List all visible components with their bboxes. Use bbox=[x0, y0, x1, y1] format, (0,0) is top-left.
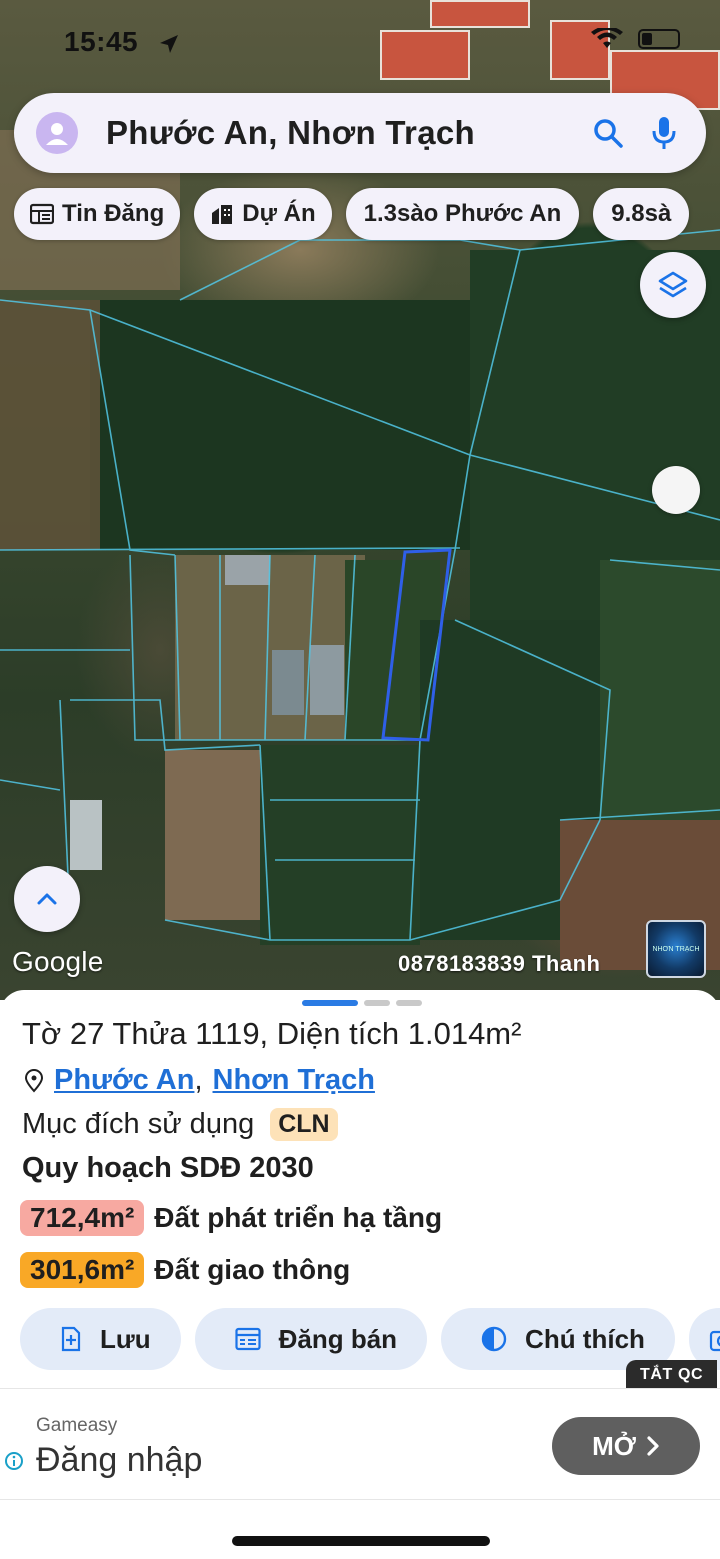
post-sale-button[interactable]: Đăng bán bbox=[194, 1308, 428, 1370]
satellite-map[interactable]: 15:45 Phước An, Nhơn Trạch Tin Đăng Dự Á… bbox=[0, 0, 720, 1000]
ad-open-button[interactable]: MỞ bbox=[552, 1417, 700, 1475]
legend-label: Chú thích bbox=[525, 1323, 645, 1354]
location-arrow-icon bbox=[160, 35, 178, 53]
ward-link[interactable]: Phước An bbox=[54, 1064, 194, 1097]
plan-label: Đất giao thông bbox=[154, 1254, 351, 1285]
chip-label: 1.3sào Phước An bbox=[363, 200, 562, 227]
search-query[interactable]: Phước An, Nhơn Trạch bbox=[106, 114, 586, 152]
plan-label: Đất phát triển hạ tầng bbox=[154, 1202, 443, 1233]
chevron-up-icon bbox=[37, 893, 57, 905]
search-icon bbox=[594, 119, 623, 148]
avatar[interactable] bbox=[36, 112, 78, 154]
land-use-row: Mục đích sử dụng CLN bbox=[22, 1108, 338, 1141]
location-separator: , bbox=[194, 1064, 203, 1096]
parcel-title: Tờ 27 Thửa 1119, Diện tích 1.014m² bbox=[22, 1016, 522, 1051]
location-marker[interactable] bbox=[652, 466, 700, 514]
status-bar: 15:45 bbox=[0, 0, 720, 84]
close-ad-button[interactable]: TẮT QC bbox=[626, 1360, 718, 1390]
chip-tin-dang[interactable]: Tin Đăng bbox=[14, 188, 181, 240]
district-link[interactable]: Nhơn Trạch bbox=[213, 1064, 375, 1097]
google-attribution: Google bbox=[12, 946, 104, 977]
land-use-badge: CLN bbox=[270, 1108, 338, 1141]
chip-label: Tin Đăng bbox=[62, 200, 165, 227]
mini-map-label: NHƠN TRẠCH bbox=[652, 945, 700, 953]
user-icon bbox=[46, 123, 68, 145]
save-label: Lưu bbox=[100, 1323, 151, 1354]
camera-icon bbox=[709, 1330, 720, 1352]
pager-dot bbox=[364, 1000, 390, 1006]
chip-9-8-sao[interactable]: 9.8sà bbox=[593, 188, 690, 240]
ad-brand: Gameasy bbox=[36, 1415, 118, 1436]
plan-item: 301,6m² Đất giao thông bbox=[20, 1252, 350, 1288]
chevron-right-icon bbox=[647, 1436, 659, 1456]
microphone-icon bbox=[652, 117, 676, 149]
chip-label: 9.8sà bbox=[611, 200, 672, 227]
status-time: 15:45 bbox=[64, 26, 139, 57]
planning-title: Quy hoạch SDĐ 2030 bbox=[22, 1152, 314, 1184]
chip-du-an[interactable]: Dự Án bbox=[194, 188, 332, 240]
filter-chips: Tin Đăng Dự Án 1.3sào Phước An 9.8sà bbox=[14, 188, 690, 240]
battery-icon bbox=[638, 29, 680, 49]
phone-watermark: 0878183839 Thanh bbox=[398, 951, 601, 976]
search-bar[interactable]: Phước An, Nhơn Trạch bbox=[14, 93, 706, 173]
layers-icon bbox=[658, 271, 688, 298]
plan-item: 712,4m² Đất phát triển hạ tầng bbox=[20, 1200, 442, 1236]
chip-1-3-sao[interactable]: 1.3sào Phước An bbox=[345, 188, 580, 240]
pager-dot bbox=[396, 1000, 422, 1006]
mini-map-thumbnail[interactable]: NHƠN TRẠCH bbox=[646, 920, 706, 978]
selected-parcel bbox=[381, 548, 452, 742]
search-button[interactable] bbox=[586, 111, 630, 155]
map-pin-icon bbox=[24, 1068, 44, 1093]
calendar-list-icon bbox=[234, 1327, 261, 1351]
sheet-pager[interactable] bbox=[302, 1000, 422, 1006]
newspaper-icon bbox=[30, 203, 54, 225]
action-buttons: Lưu Đăng bán Chú thích bbox=[20, 1308, 720, 1370]
layers-button[interactable] bbox=[640, 252, 706, 318]
half-circle-icon bbox=[481, 1326, 507, 1352]
expand-up-button[interactable] bbox=[14, 866, 80, 932]
info-icon[interactable] bbox=[4, 1451, 24, 1471]
chip-label: Dự Án bbox=[242, 200, 316, 227]
ad-headline: Đăng nhập bbox=[36, 1441, 203, 1479]
plan-area-badge: 712,4m² bbox=[20, 1200, 145, 1236]
parcel-info-sheet[interactable]: Tờ 27 Thửa 1119, Diện tích 1.014m² Phước… bbox=[0, 990, 720, 1390]
ad-banner[interactable]: Gameasy Đăng nhập MỞ bbox=[0, 1388, 720, 1500]
ad-open-label: MỞ bbox=[592, 1430, 636, 1461]
post-sale-label: Đăng bán bbox=[278, 1323, 398, 1354]
location-row: Phước An , Nhơn Trạch bbox=[24, 1064, 375, 1097]
save-button[interactable]: Lưu bbox=[20, 1308, 181, 1370]
land-use-label: Mục đích sử dụng bbox=[22, 1108, 255, 1140]
pager-dot-active bbox=[302, 1000, 358, 1006]
wifi-icon bbox=[591, 28, 623, 48]
voice-search-button[interactable] bbox=[642, 111, 686, 155]
home-indicator[interactable] bbox=[232, 1536, 490, 1546]
buildings-icon bbox=[212, 205, 233, 224]
plan-area-badge: 301,6m² bbox=[20, 1252, 145, 1288]
bookmark-plus-icon bbox=[61, 1326, 81, 1352]
